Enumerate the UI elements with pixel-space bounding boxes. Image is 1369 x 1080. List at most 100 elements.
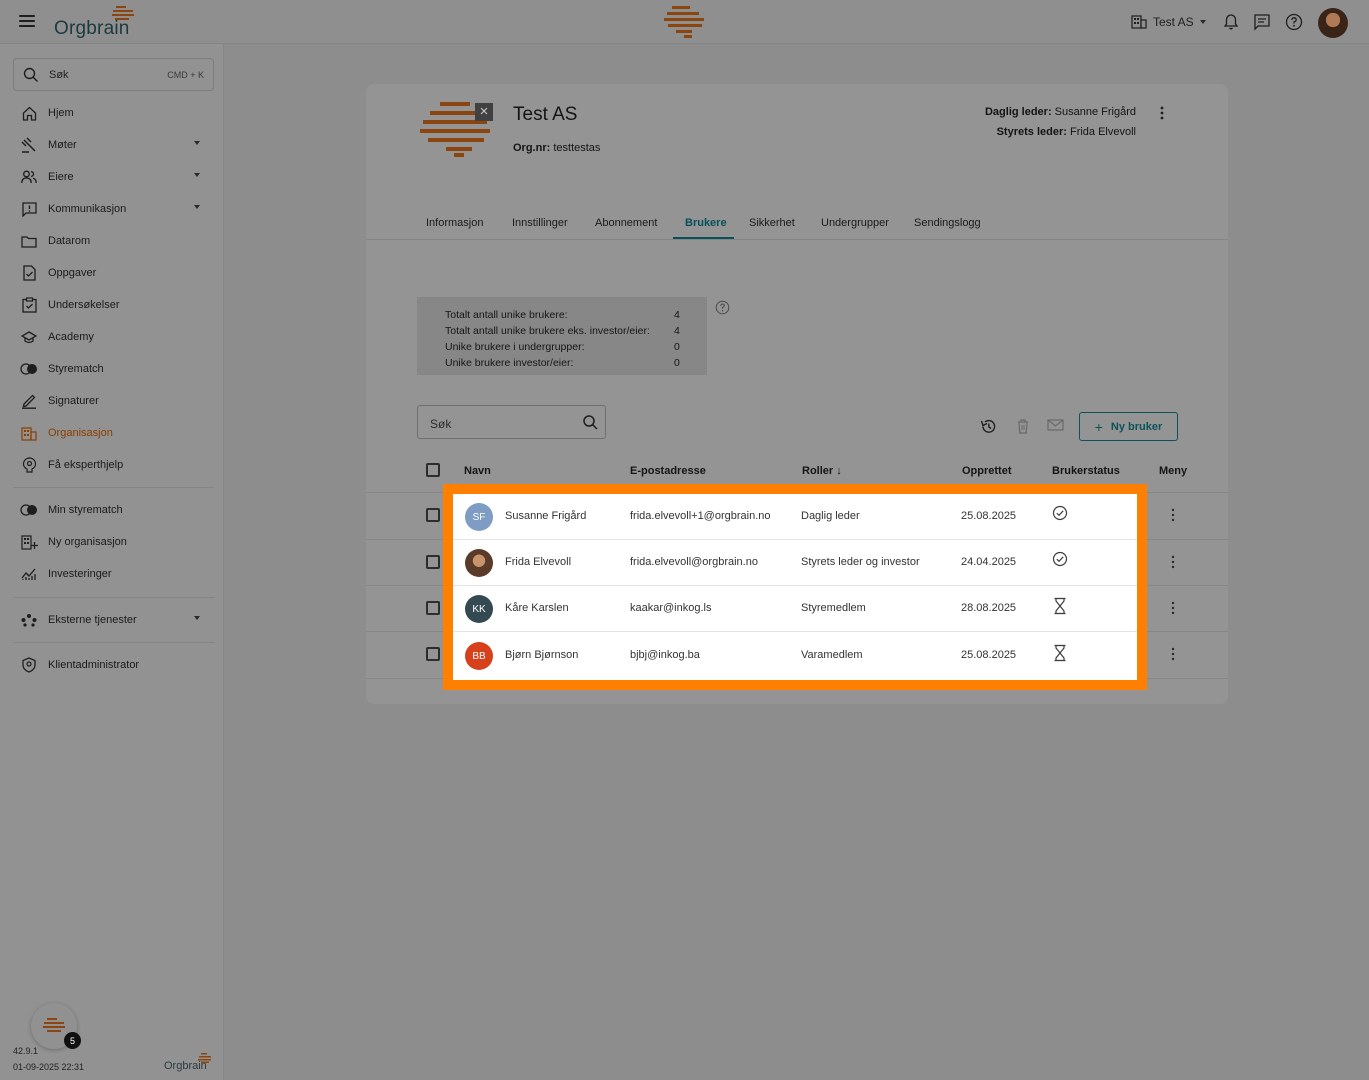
sidebar-item-min-styrematch[interactable]: Min styrematch	[20, 500, 206, 520]
user-search-placeholder: Søk	[430, 417, 452, 431]
toggle-circles-icon	[20, 501, 38, 519]
sidebar-item-label: Eksterne tjenester	[48, 614, 137, 626]
user-created-date: 25.08.2025	[961, 649, 1017, 661]
survey-icon	[20, 296, 38, 314]
row-menu-icon[interactable]	[1170, 601, 1176, 615]
stat-row: Unike brukere investor/eier: 0	[445, 355, 707, 371]
sidebar-item-hjem[interactable]: Hjem	[20, 103, 206, 123]
add-building-icon	[20, 533, 38, 551]
sidebar-item-label: Organisasjon	[48, 427, 113, 439]
mail-icon[interactable]	[1047, 418, 1064, 432]
table-row[interactable]: KK Kåre Karslen kaakar@inkog.ls Styremedlem…	[453, 586, 1137, 632]
sidebar-item-label: Klientadministrator	[48, 659, 140, 671]
chart-icon	[20, 565, 38, 583]
user-avatar[interactable]	[1318, 8, 1348, 38]
sidebar-item-møter[interactable]: Møter	[20, 135, 206, 155]
apps-icon	[20, 611, 38, 629]
menu-icon[interactable]	[19, 15, 35, 27]
user-name: Susanne Frigård	[505, 510, 587, 522]
remove-logo-button[interactable]: ×	[475, 103, 493, 121]
avatar: SF	[465, 503, 493, 531]
select-all-checkbox[interactable]	[426, 463, 440, 477]
sidebar-item-ny-organisasjon[interactable]: Ny organisasjon	[20, 532, 206, 552]
sidebar-item-eiere[interactable]: Eiere	[20, 167, 206, 187]
tab-brukere[interactable]: Brukere	[685, 217, 727, 229]
sidebar-item-datarom[interactable]: Datarom	[20, 231, 206, 251]
user-email: frida.elvevoll@orgbrain.no	[630, 556, 758, 568]
column-header-email[interactable]: E-postadresse	[630, 465, 706, 477]
row-checkbox[interactable]	[426, 555, 440, 569]
row-checkbox[interactable]	[426, 601, 440, 615]
row-checkbox[interactable]	[426, 508, 440, 522]
sidebar-item-label: Academy	[48, 331, 94, 343]
column-header-status[interactable]: Brukerstatus	[1052, 465, 1120, 477]
chevron-down-icon	[194, 141, 200, 145]
column-header-roles-label: Roller	[802, 465, 834, 477]
building-icon	[1131, 15, 1147, 29]
column-header-created[interactable]: Opprettet	[962, 465, 1012, 477]
help-icon[interactable]	[715, 300, 730, 315]
daglig-leder-value: Susanne Frigård	[1054, 106, 1136, 118]
user-created-date: 28.08.2025	[961, 602, 1017, 614]
column-header-name[interactable]: Navn	[464, 465, 491, 477]
chevron-down-icon	[194, 173, 200, 177]
history-icon[interactable]	[980, 418, 997, 435]
help-icon[interactable]	[1285, 13, 1303, 31]
user-created-date: 25.08.2025	[961, 510, 1017, 522]
school-icon	[20, 328, 38, 346]
new-user-label: Ny bruker	[1110, 420, 1163, 433]
tab-informasjon[interactable]: Informasjon	[426, 217, 483, 229]
check-circle-icon	[1052, 505, 1068, 521]
sidebar-item-få-eksperthjelp[interactable]: Få eksperthjelp	[20, 455, 206, 475]
tab-innstillinger[interactable]: Innstillinger	[512, 217, 568, 229]
row-menu-icon[interactable]	[1170, 647, 1176, 661]
table-row[interactable]: BB Bjørn Bjørnson bjbj@inkog.ba Varamedlem 2…	[453, 633, 1137, 679]
user-name: Bjørn Bjørnson	[505, 649, 579, 661]
sidebar-item-academy[interactable]: Academy	[20, 327, 206, 347]
daglig-leder-label: Daglig leder:	[984, 106, 1052, 118]
delete-icon[interactable]	[1016, 418, 1030, 434]
folder-icon	[20, 232, 38, 250]
org-switcher[interactable]: Test AS	[1131, 14, 1206, 29]
tab-abonnement[interactable]: Abonnement	[595, 217, 657, 229]
row-checkbox[interactable]	[426, 647, 440, 661]
sidebar-item-undersøkelser[interactable]: Undersøkelser	[20, 295, 206, 315]
org-number: Org.nr: testtestas	[513, 142, 600, 154]
sidebar-item-investeringer[interactable]: Investeringer	[20, 564, 206, 584]
tab-undergrupper[interactable]: Undergrupper	[821, 217, 889, 229]
message-icon[interactable]	[1253, 13, 1271, 31]
row-menu-icon[interactable]	[1170, 508, 1176, 522]
sidebar-item-external[interactable]: Eksterne tjenester	[20, 610, 206, 630]
chat-unread-badge: 5	[64, 1032, 81, 1049]
column-header-roles[interactable]: Roller ↓	[802, 465, 842, 477]
user-search-input[interactable]: Søk	[417, 405, 606, 439]
styrets-leder-label: Styrets leder:	[996, 126, 1067, 138]
table-row[interactable]: SF Susanne Frigård frida.elvevoll+1@orgbra…	[453, 494, 1137, 540]
new-user-button[interactable]: + Ny bruker	[1079, 412, 1178, 441]
stat-row: Unike brukere i undergrupper: 0	[445, 339, 707, 355]
sidebar-item-oppgaver[interactable]: Oppgaver	[20, 263, 206, 283]
arrow-down-icon: ↓	[836, 465, 842, 477]
sidebar-item-signaturer[interactable]: Signaturer	[20, 391, 206, 411]
sidebar-item-styrematch[interactable]: Styrematch	[20, 359, 206, 379]
sidebar-item-client-admin[interactable]: Klientadministrator	[20, 655, 206, 675]
sidebar-item-label: Min styrematch	[48, 504, 123, 516]
shield-icon	[20, 656, 38, 674]
tab-sikkerhet[interactable]: Sikkerhet	[749, 217, 795, 229]
stat-value: 0	[674, 341, 680, 353]
table-row[interactable]: Frida Elvevoll frida.elvevoll@orgbrain.no…	[453, 540, 1137, 586]
sidebar-item-kommunikasjon[interactable]: Kommunikasjon	[20, 199, 206, 219]
search-icon	[23, 67, 38, 82]
tab-sendingslogg[interactable]: Sendingslogg	[914, 217, 981, 229]
nav-divider	[13, 597, 214, 598]
sidebar-item-organisasjon[interactable]: Organisasjon	[20, 423, 206, 443]
sidebar-search[interactable]: Søk CMD + K	[13, 58, 214, 91]
bell-icon[interactable]	[1222, 13, 1240, 31]
row-menu-icon[interactable]	[1170, 555, 1176, 569]
more-vert-icon[interactable]	[1157, 106, 1167, 120]
stat-label: Totalt antall unike brukere eks. investo…	[445, 325, 650, 337]
stat-label: Unike brukere i undergrupper:	[445, 341, 585, 353]
brain-logo-icon	[198, 1053, 211, 1063]
sidebar-item-label: Undersøkelser	[48, 299, 120, 311]
stat-row: Totalt antall unike brukere: 4	[445, 307, 707, 323]
